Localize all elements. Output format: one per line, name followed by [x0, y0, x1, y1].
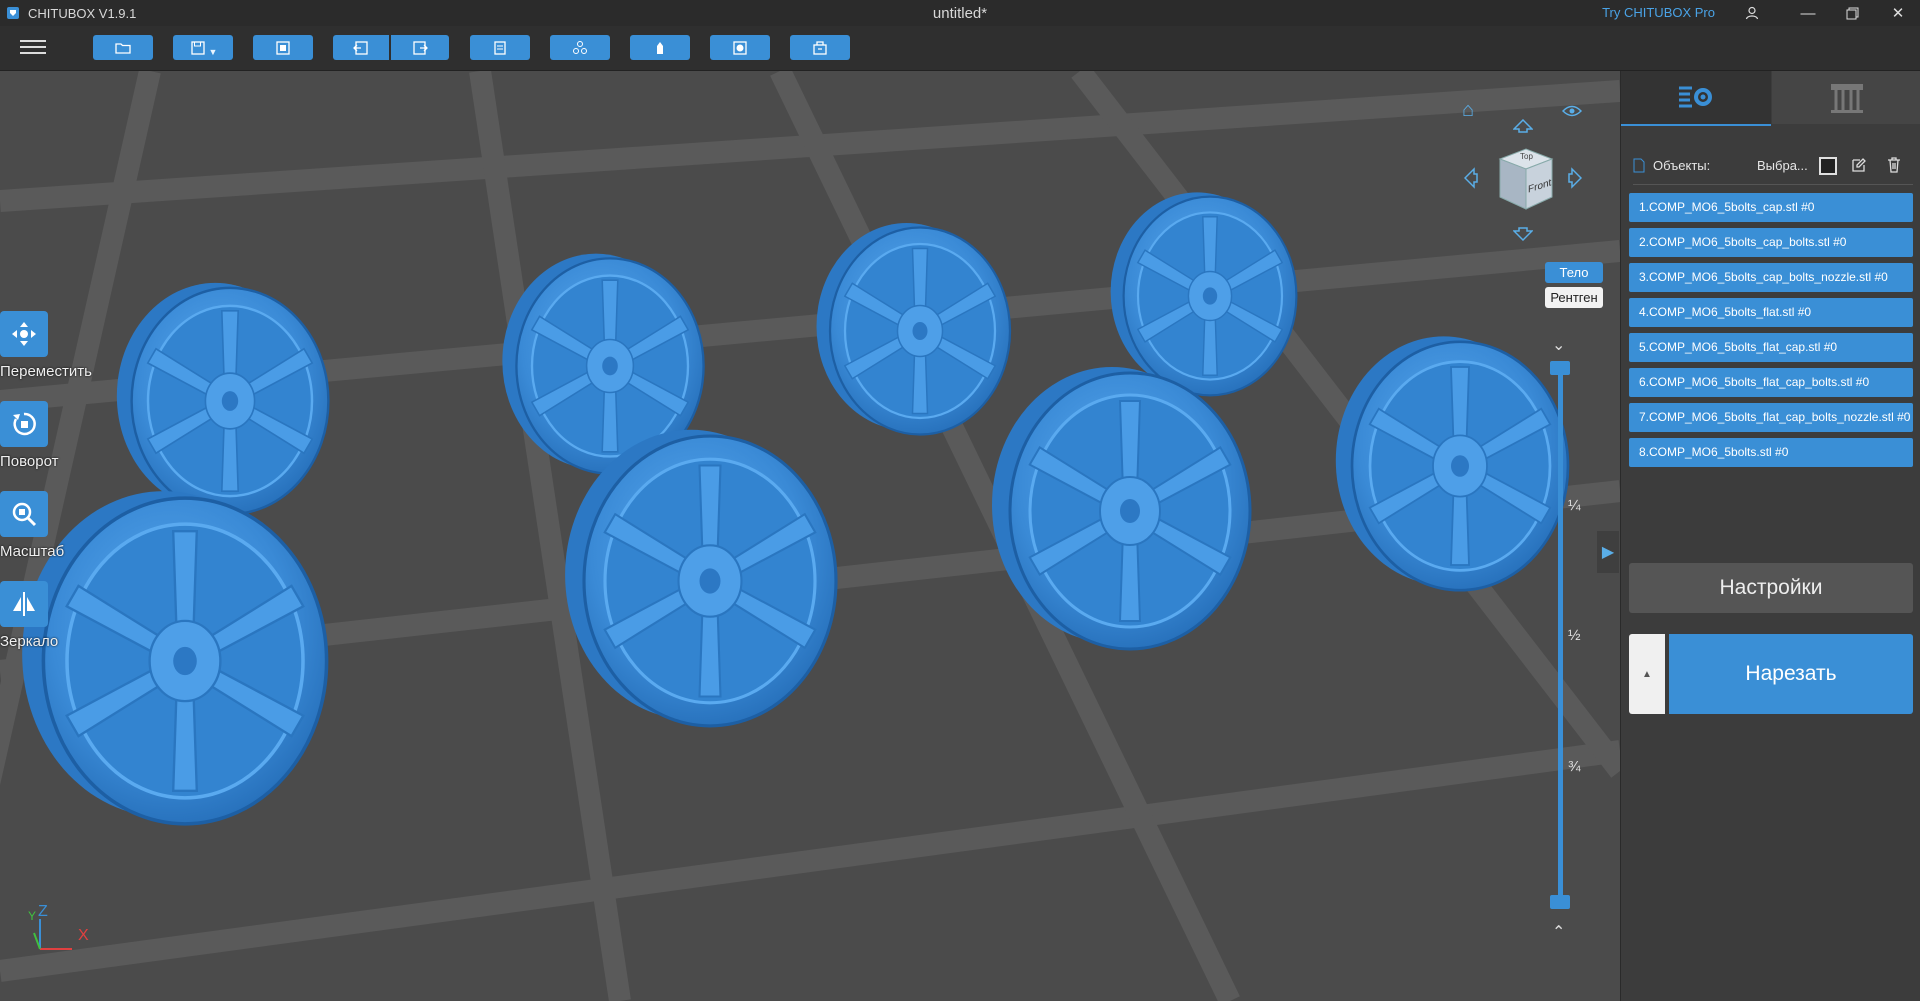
document-icon — [1633, 158, 1645, 173]
view-cube[interactable]: Top Front — [1494, 145, 1554, 211]
list-item[interactable]: 7.COMP_MO6_5bolts_flat_cap_bolts_nozzle.… — [1629, 403, 1913, 432]
objects-list: 1.COMP_MO6_5bolts_cap.stl #0 2.COMP_MO6_… — [1629, 193, 1913, 473]
solid-view-button[interactable]: Тело — [1545, 262, 1603, 283]
export-button[interactable] — [790, 35, 850, 60]
panel-toggle-icon[interactable]: ▶ — [1597, 531, 1619, 573]
cube-top-label: Top — [1520, 152, 1533, 161]
list-item[interactable]: 1.COMP_MO6_5bolts_cap.stl #0 — [1629, 193, 1913, 222]
select-label[interactable]: Выбра... — [1757, 158, 1808, 173]
mirror-label: Зеркало — [0, 633, 59, 650]
open-file-button[interactable] — [93, 35, 153, 60]
import-button[interactable] — [253, 35, 313, 60]
eye-icon[interactable] — [1561, 101, 1583, 124]
user-icon[interactable] — [1730, 0, 1774, 26]
slice-button[interactable]: Нарезать — [1669, 634, 1913, 714]
3d-viewport[interactable]: Z X Y Переместить Поворот Масштаб Зеркал… — [0, 71, 1620, 1001]
save-button[interactable]: ▼ — [173, 35, 233, 60]
axis-y-label: Y — [28, 909, 37, 923]
copy-button[interactable] — [470, 35, 530, 60]
move-label: Переместить — [0, 363, 92, 380]
view-right-icon[interactable] — [1568, 167, 1583, 195]
rotate-tool[interactable]: Поворот — [0, 401, 100, 470]
minimize-icon[interactable]: — — [1786, 0, 1830, 26]
supports-icon — [1830, 83, 1863, 113]
layer-slider-top-handle[interactable] — [1550, 361, 1570, 375]
close-icon[interactable]: ✕ — [1876, 0, 1920, 26]
try-pro-link[interactable]: Try CHITUBOX Pro — [1602, 5, 1715, 20]
layer-slider-bottom-handle[interactable] — [1550, 895, 1570, 909]
select-all-checkbox[interactable] — [1819, 157, 1837, 175]
open-icon — [115, 42, 131, 54]
move-icon — [0, 311, 48, 357]
undo-button[interactable] — [333, 35, 389, 60]
settings-button[interactable]: Настройки — [1629, 563, 1913, 613]
app-name: CHITUBOX V1.9.1 — [28, 5, 137, 21]
rotate-icon — [0, 401, 48, 447]
slider-three-quarters-mark: ¾ — [1568, 758, 1581, 775]
save-icon — [190, 40, 205, 55]
delete-icon[interactable] — [1887, 157, 1901, 173]
layer-slider-track[interactable] — [1558, 365, 1563, 905]
right-panel: Объекты: Выбра... 1.COMP_MO6_5bolts_cap.… — [1620, 71, 1920, 1001]
dig-hole-button[interactable] — [710, 35, 770, 60]
rotate-label: Поворот — [0, 453, 59, 470]
xray-view-button[interactable]: Рентген — [1545, 287, 1603, 308]
copy-icon — [494, 40, 506, 55]
axis-z-label: Z — [38, 903, 48, 920]
slider-quarter-mark: ¼ — [1568, 497, 1581, 514]
slider-collapse-icon[interactable]: ⌄ — [1552, 335, 1565, 355]
slider-expand-icon[interactable]: ⌃ — [1552, 922, 1565, 942]
scale-icon — [0, 491, 48, 537]
mirror-tool[interactable]: Зеркало — [0, 581, 100, 650]
view-up-icon[interactable] — [1512, 116, 1534, 139]
main-toolbar: ▼ — [0, 26, 1920, 71]
slice-options-toggle[interactable]: ▲ — [1629, 634, 1665, 714]
tab-supports[interactable] — [1772, 71, 1920, 124]
chitubox-logo-icon — [7, 7, 19, 19]
redo-button[interactable] — [391, 35, 449, 60]
list-item[interactable]: 2.COMP_MO6_5bolts_cap_bolts.stl #0 — [1629, 228, 1913, 257]
list-item[interactable]: 8.COMP_MO6_5bolts.stl #0 — [1629, 438, 1913, 467]
arrange-button[interactable] — [550, 35, 610, 60]
hamburger-menu-icon[interactable] — [20, 36, 46, 58]
arrange-icon — [573, 40, 587, 54]
view-left-icon[interactable] — [1463, 167, 1478, 195]
objects-header: Объекты: Выбра... — [1633, 157, 1913, 185]
scale-tool[interactable]: Масштаб — [0, 491, 100, 560]
slider-half-mark: ½ — [1568, 627, 1581, 644]
export-icon — [813, 40, 827, 55]
import-icon — [276, 40, 290, 55]
build-plate-scene — [0, 71, 1620, 1001]
edit-icon[interactable] — [1851, 157, 1867, 173]
tab-settings[interactable] — [1621, 71, 1771, 126]
redo-icon — [413, 40, 428, 55]
title-bar: CHITUBOX V1.9.1 untitled* Try CHITUBOX P… — [0, 0, 1920, 26]
home-view-icon[interactable]: ⌂ — [1462, 99, 1474, 122]
settings-list-icon — [1679, 86, 1712, 107]
scale-label: Масштаб — [0, 543, 65, 560]
axis-gizmo — [33, 919, 72, 950]
axis-x-label: X — [78, 927, 89, 944]
view-down-icon[interactable] — [1512, 224, 1534, 247]
list-item[interactable]: 5.COMP_MO6_5bolts_flat_cap.stl #0 — [1629, 333, 1913, 362]
move-tool[interactable]: Переместить — [0, 311, 100, 380]
hollow-icon — [657, 41, 663, 54]
undo-icon — [353, 40, 368, 55]
restore-icon[interactable] — [1830, 0, 1874, 26]
mirror-icon — [0, 581, 48, 627]
dig-hole-icon — [733, 40, 747, 55]
hollow-button[interactable] — [630, 35, 690, 60]
list-item[interactable]: 3.COMP_MO6_5bolts_cap_bolts_nozzle.stl #… — [1629, 263, 1913, 292]
list-item[interactable]: 4.COMP_MO6_5bolts_flat.stl #0 — [1629, 298, 1913, 327]
list-item[interactable]: 6.COMP_MO6_5bolts_flat_cap_bolts.stl #0 — [1629, 368, 1913, 397]
objects-label: Объекты: — [1653, 158, 1711, 173]
